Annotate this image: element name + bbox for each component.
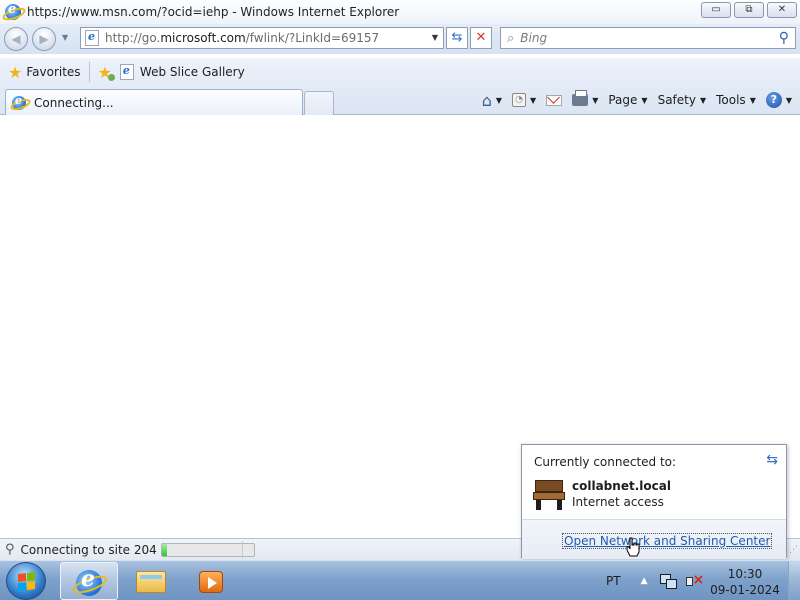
navigation-bar: ◀ ▶ ▼ http://go.microsoft.com/fwlink/?Li… <box>0 24 800 54</box>
divider <box>88 62 90 82</box>
network-sharing-center-link[interactable]: Open Network and Sharing Center <box>562 533 773 549</box>
ie-logo-icon <box>5 2 21 20</box>
search-icon[interactable]: ⚲ <box>779 30 789 46</box>
chevron-down-icon: ▼ <box>641 95 648 105</box>
address-dropdown-icon[interactable]: ▼ <box>432 33 438 42</box>
stop-button[interactable]: ✕ <box>470 27 492 49</box>
help-menu[interactable]: ? ▼ <box>765 92 792 108</box>
title-bar: https://www.msn.com/?ocid=iehp - Windows… <box>0 0 800 24</box>
tab-connecting[interactable]: Connecting... <box>5 89 303 115</box>
minimize-button[interactable]: ▭ <box>701 2 731 18</box>
search-icon: ⚲ <box>5 542 15 557</box>
network-name: collabnet.local <box>572 479 671 493</box>
help-icon: ? <box>765 92 782 108</box>
resize-grip-icon[interactable]: ⋰ <box>789 545 798 555</box>
refresh-button[interactable]: ⇆ <box>446 27 468 49</box>
chevron-down-icon: ▼ <box>749 95 756 105</box>
maximize-button[interactable]: ⧉ <box>734 2 764 18</box>
taskbar: PT ▲ 10:30 09-01-2024 <box>0 560 800 600</box>
hand-cursor-icon <box>626 537 640 557</box>
close-button[interactable]: ✕ <box>767 2 797 18</box>
taskbar-windows-explorer[interactable] <box>120 562 178 600</box>
refresh-icon: ⇆ <box>451 30 463 45</box>
chevron-down-icon: ▼ <box>785 95 792 105</box>
home-button[interactable]: ⌂ ▼ <box>482 91 502 110</box>
flyout-footer: Open Network and Sharing Center <box>522 519 786 559</box>
forward-arrow-icon: ▶ <box>39 32 49 46</box>
media-player-icon <box>199 571 223 593</box>
forward-button[interactable]: ▶ <box>32 27 56 51</box>
favorites-button[interactable]: Favorites <box>26 65 80 79</box>
back-button[interactable]: ◀ <box>4 27 28 51</box>
window-title: https://www.msn.com/?ocid=iehp - Windows… <box>27 5 400 19</box>
address-bar[interactable]: http://go.microsoft.com/fwlink/?LinkId=6… <box>80 27 444 49</box>
print-button[interactable]: ▼ <box>572 90 598 106</box>
tab-label: Connecting... <box>34 95 114 110</box>
web-slice-gallery-link[interactable]: Web Slice Gallery <box>140 65 245 79</box>
address-url[interactable]: http://go.microsoft.com/fwlink/?LinkId=6… <box>105 31 379 45</box>
search-input[interactable] <box>520 31 751 45</box>
progress-fill <box>161 543 168 556</box>
safety-menu[interactable]: Safety ▼ <box>658 93 707 107</box>
show-desktop-button[interactable] <box>788 561 800 600</box>
network-flyout: Currently connected to: ⇆ collabnet.loca… <box>521 444 787 559</box>
window-controls: ▭ ⧉ ✕ <box>701 2 797 18</box>
feed-icon: ◔ <box>512 93 527 107</box>
page-menu[interactable]: Page ▼ <box>608 93 647 107</box>
feeds-button[interactable]: ◔ ▼ <box>512 93 536 107</box>
home-icon: ⌂ <box>481 90 492 110</box>
stop-icon: ✕ <box>475 30 487 45</box>
show-hidden-icons-icon[interactable]: ▲ <box>641 576 648 586</box>
chevron-down-icon[interactable]: ▼ <box>530 96 536 105</box>
status-text: Connecting to site 204 <box>20 542 157 557</box>
taskbar-internet-explorer[interactable] <box>60 562 118 600</box>
ie-page-icon <box>119 64 134 80</box>
folder-icon <box>136 571 166 593</box>
network-bench-icon <box>533 480 565 510</box>
favorites-star-icon: ★ <box>8 62 23 82</box>
clock-date: 09-01-2024 <box>710 583 780 597</box>
taskbar-media-player[interactable] <box>180 562 238 600</box>
add-to-favorites-bar-icon[interactable]: ★ <box>98 63 116 82</box>
read-mail-icon <box>546 94 563 106</box>
ie-logo-icon <box>12 94 26 110</box>
clock-time: 10:30 <box>727 567 763 581</box>
refresh-icon[interactable]: ⇆ <box>766 452 778 468</box>
clock[interactable]: 10:30 09-01-2024 <box>706 566 784 598</box>
divider <box>242 541 243 559</box>
bing-icon: ⌕ <box>507 30 515 46</box>
command-bar: ⌂ ▼ ◔ ▼ ▼ Page ▼ Safety ▼ Tools ▼ ? ▼ <box>472 90 792 110</box>
windows-logo-icon <box>18 572 36 592</box>
ie-logo-icon <box>76 566 102 596</box>
flyout-title: Currently connected to: <box>534 455 677 469</box>
progress-bar <box>160 542 255 557</box>
tools-menu[interactable]: Tools ▼ <box>716 93 756 107</box>
recent-pages-dropdown-icon[interactable]: ▼ <box>62 33 68 42</box>
system-tray: PT ▲ <box>600 561 704 600</box>
favorites-bar: ★ Favorites ★ Web Slice Gallery <box>0 58 800 86</box>
chevron-down-icon[interactable]: ▼ <box>496 96 502 105</box>
new-tab-button[interactable] <box>304 91 334 115</box>
language-indicator[interactable]: PT <box>606 574 621 588</box>
chevron-down-icon[interactable]: ▼ <box>592 96 598 105</box>
tab-row: Connecting... ⌂ ▼ ◔ ▼ ▼ Page ▼ Safety ▼ … <box>0 86 800 115</box>
read-mail-button[interactable] <box>546 94 563 106</box>
network-icon[interactable] <box>659 574 677 589</box>
chevron-down-icon: ▼ <box>699 95 707 105</box>
network-status: Internet access <box>572 495 664 509</box>
ie-page-icon <box>85 30 99 46</box>
print-icon <box>572 90 589 106</box>
volume-muted-icon[interactable] <box>685 572 704 588</box>
back-arrow-icon: ◀ <box>11 32 21 46</box>
search-box[interactable]: ⌕ ⚲ <box>500 27 796 49</box>
start-button[interactable] <box>6 562 46 600</box>
